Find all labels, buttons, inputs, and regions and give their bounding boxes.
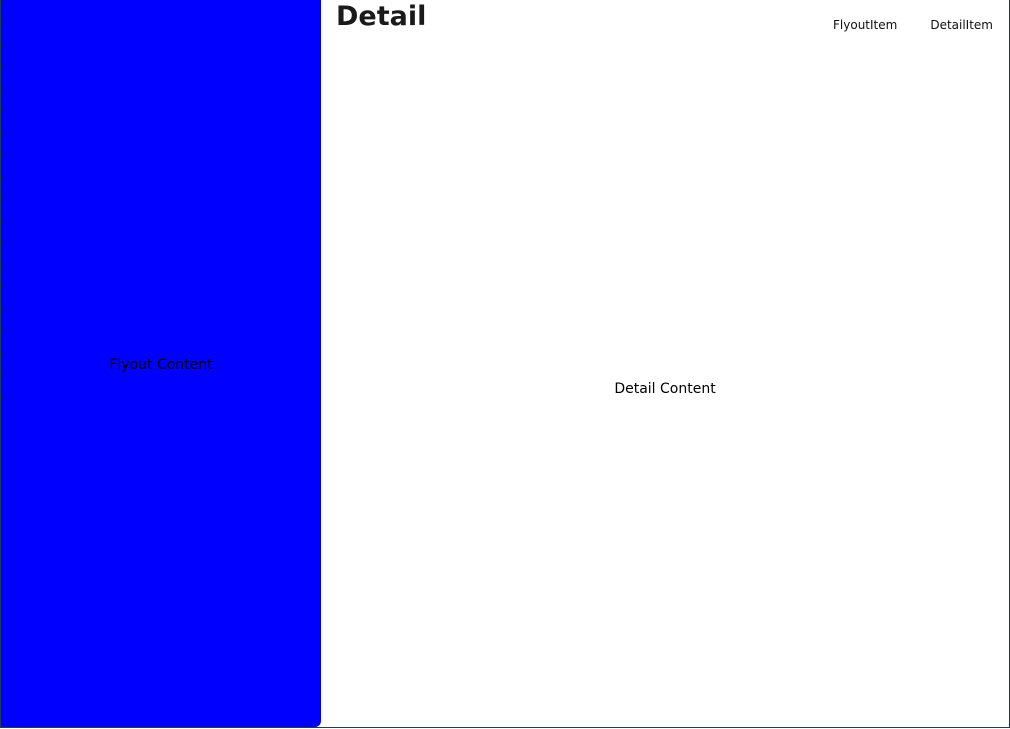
detail-content-label: Detail Content [614,381,716,397]
window-edge-marks [1,0,3,400]
toolbar-item-flyout[interactable]: FlyoutItem [800,16,897,34]
toolbar: FlyoutItem DetailItem [800,16,993,34]
flyout-content-label: Flyout Content [109,357,213,373]
toolbar-item-detail[interactable]: DetailItem [897,16,993,34]
page-title: Detail [336,1,427,32]
app-window: Flyout Content Detail FlyoutItem DetailI… [0,0,1010,728]
detail-pane: Detail FlyoutItem DetailItem Detail Cont… [321,0,1009,727]
flyout-pane: Flyout Content [1,0,321,727]
